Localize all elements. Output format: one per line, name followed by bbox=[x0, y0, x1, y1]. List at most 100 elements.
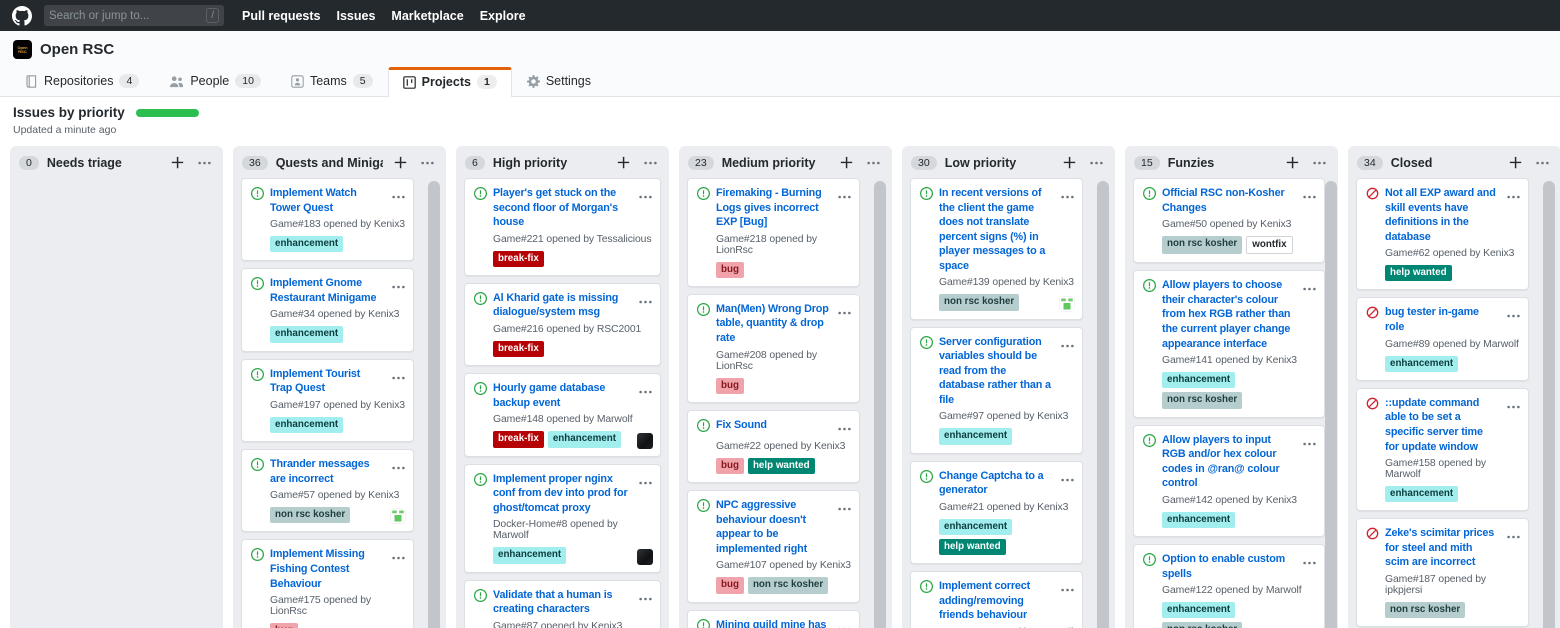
issue-title-link[interactable]: Thrander messages are incorrect bbox=[270, 457, 386, 486]
card-menu-button[interactable] bbox=[1061, 186, 1074, 194]
add-card-button[interactable] bbox=[614, 154, 633, 171]
card-menu-button[interactable] bbox=[1303, 552, 1316, 560]
green-pixel-avatar[interactable] bbox=[390, 508, 406, 524]
issue-title-link[interactable]: Hourly game database backup event bbox=[493, 381, 633, 410]
issue-title-link[interactable]: Implement Watch Tower Quest bbox=[270, 186, 386, 215]
issue-title-link[interactable]: Allow players to input RGB and/or hex co… bbox=[1162, 433, 1297, 491]
issue-card[interactable]: Thrander messages are incorrectGame#57 o… bbox=[241, 449, 414, 532]
card-menu-button[interactable] bbox=[392, 367, 405, 375]
issue-card[interactable]: Not all EXP award and skill events have … bbox=[1356, 178, 1529, 290]
issue-title-link[interactable]: Implement Gnome Restaurant Minigame bbox=[270, 276, 386, 305]
issue-card[interactable]: Fix SoundGame#22 opened by Kenix3bughelp… bbox=[687, 410, 860, 483]
tab-teams[interactable]: Teams 5 bbox=[276, 66, 388, 96]
issue-title-link[interactable]: Change Captcha to a generator bbox=[939, 469, 1055, 498]
issue-card[interactable]: Implement proper nginx conf from dev int… bbox=[464, 464, 661, 573]
column-menu-button[interactable] bbox=[418, 159, 437, 167]
column-scrollbar[interactable] bbox=[1325, 181, 1337, 628]
column-menu-button[interactable] bbox=[195, 159, 214, 167]
card-menu-button[interactable] bbox=[838, 618, 851, 626]
issue-title-link[interactable]: Not all EXP award and skill events have … bbox=[1385, 186, 1501, 244]
nav-explore[interactable]: Explore bbox=[480, 9, 526, 23]
add-card-button[interactable] bbox=[837, 154, 856, 171]
issue-title-link[interactable]: Option to enable custom spells bbox=[1162, 552, 1297, 581]
issue-card[interactable]: In recent versions of the client the gam… bbox=[910, 178, 1083, 320]
tab-people[interactable]: People 10 bbox=[154, 66, 276, 96]
issue-title-link[interactable]: Implement proper nginx conf from dev int… bbox=[493, 472, 633, 516]
issue-card[interactable]: bug tester in-game roleGame#89 opened by… bbox=[1356, 297, 1529, 380]
column-menu-button[interactable] bbox=[1310, 159, 1329, 167]
card-menu-button[interactable] bbox=[1061, 335, 1074, 343]
column-scrollbar[interactable] bbox=[874, 181, 886, 628]
tab-projects[interactable]: Projects 1 bbox=[388, 67, 512, 97]
issue-card[interactable]: Implement correct adding/removing friend… bbox=[910, 571, 1083, 628]
issue-card[interactable]: NPC aggressive behaviour doesn't appear … bbox=[687, 490, 860, 602]
issue-title-link[interactable]: Server configuration variables should be… bbox=[939, 335, 1055, 408]
dark-avatar[interactable] bbox=[637, 549, 653, 565]
issue-card[interactable]: Player's get stuck on the second floor o… bbox=[464, 178, 661, 276]
issue-card[interactable]: Implement Tourist Trap QuestGame#197 ope… bbox=[241, 359, 414, 442]
add-card-button[interactable] bbox=[1506, 154, 1525, 171]
issue-card[interactable]: Change Captcha to a generatorGame#21 ope… bbox=[910, 461, 1083, 565]
card-menu-button[interactable] bbox=[392, 547, 405, 555]
nav-pull-requests[interactable]: Pull requests bbox=[242, 9, 321, 23]
github-logo-icon[interactable] bbox=[12, 6, 32, 26]
add-card-button[interactable] bbox=[391, 154, 410, 171]
card-menu-button[interactable] bbox=[392, 457, 405, 465]
card-menu-button[interactable] bbox=[838, 302, 851, 310]
issue-title-link[interactable]: Implement Missing Fishing Contest Behavi… bbox=[270, 547, 386, 591]
card-menu-button[interactable] bbox=[838, 186, 851, 194]
card-menu-button[interactable] bbox=[1507, 305, 1520, 313]
issue-title-link[interactable]: Implement Tourist Trap Quest bbox=[270, 367, 386, 396]
column-menu-button[interactable] bbox=[1087, 159, 1106, 167]
add-card-button[interactable] bbox=[168, 154, 187, 171]
issue-title-link[interactable]: Man(Men) Wrong Drop table, quantity & dr… bbox=[716, 302, 832, 346]
card-menu-button[interactable] bbox=[639, 186, 652, 194]
issue-card[interactable]: Option to enable custom spellsGame#122 o… bbox=[1133, 544, 1325, 628]
issue-title-link[interactable]: Fix Sound bbox=[716, 418, 832, 437]
nav-marketplace[interactable]: Marketplace bbox=[391, 9, 463, 23]
issue-title-link[interactable]: NPC aggressive behaviour doesn't appear … bbox=[716, 498, 832, 556]
issue-title-link[interactable]: bug tester in-game role bbox=[1385, 305, 1501, 334]
dark-avatar[interactable] bbox=[637, 433, 653, 449]
card-menu-button[interactable] bbox=[1061, 469, 1074, 477]
issue-card[interactable]: Implement Gnome Restaurant MinigameGame#… bbox=[241, 268, 414, 351]
card-menu-button[interactable] bbox=[639, 588, 652, 596]
card-menu-button[interactable] bbox=[1507, 186, 1520, 194]
tab-settings[interactable]: Settings bbox=[512, 66, 606, 96]
column-scrollbar[interactable] bbox=[1543, 181, 1555, 628]
issue-title-link[interactable]: Firemaking - Burning Logs gives incorrec… bbox=[716, 186, 832, 230]
issue-title-link[interactable]: Al Kharid gate is missing dialogue/syste… bbox=[493, 291, 633, 320]
issue-card[interactable]: Validate that a human is creating charac… bbox=[464, 580, 661, 628]
issue-card[interactable]: Allow players to choose their character'… bbox=[1133, 270, 1325, 417]
tab-repositories[interactable]: Repositories 4 bbox=[10, 66, 154, 96]
card-menu-button[interactable] bbox=[1303, 278, 1316, 286]
add-card-button[interactable] bbox=[1060, 154, 1079, 171]
issue-card[interactable]: ::update command able to be set a specif… bbox=[1356, 388, 1529, 511]
card-menu-button[interactable] bbox=[392, 276, 405, 284]
issue-card[interactable]: Man(Men) Wrong Drop table, quantity & dr… bbox=[687, 294, 860, 403]
issue-card[interactable]: Firemaking - Burning Logs gives incorrec… bbox=[687, 178, 860, 287]
card-menu-button[interactable] bbox=[838, 498, 851, 506]
issue-card[interactable]: Official RSC non-Kosher ChangesGame#50 o… bbox=[1133, 178, 1325, 263]
issue-card[interactable]: Implement Missing Fishing Contest Behavi… bbox=[241, 539, 414, 628]
issue-title-link[interactable]: Implement correct adding/removing friend… bbox=[939, 579, 1055, 623]
card-menu-button[interactable] bbox=[639, 291, 652, 299]
card-menu-button[interactable] bbox=[639, 472, 652, 480]
issue-title-link[interactable]: Player's get stuck on the second floor o… bbox=[493, 186, 633, 230]
issue-card[interactable]: Zeke's scimitar prices for steel and mit… bbox=[1356, 518, 1529, 627]
issue-card[interactable]: Mining guild mine has too much mith and … bbox=[687, 610, 860, 628]
issue-card[interactable]: Allow players to input RGB and/or hex co… bbox=[1133, 425, 1325, 537]
green-pixel-avatar[interactable] bbox=[1059, 296, 1075, 312]
card-menu-button[interactable] bbox=[1507, 396, 1520, 404]
project-title[interactable]: Issues by priority bbox=[13, 105, 125, 120]
issue-card[interactable]: Implement Watch Tower QuestGame#183 open… bbox=[241, 178, 414, 261]
issue-card[interactable]: Server configuration variables should be… bbox=[910, 327, 1083, 454]
card-menu-button[interactable] bbox=[838, 418, 851, 426]
card-menu-button[interactable] bbox=[639, 381, 652, 389]
issue-title-link[interactable]: Allow players to choose their character'… bbox=[1162, 278, 1297, 351]
column-menu-button[interactable] bbox=[641, 159, 660, 167]
nav-issues[interactable]: Issues bbox=[337, 9, 376, 23]
issue-title-link[interactable]: In recent versions of the client the gam… bbox=[939, 186, 1055, 273]
card-menu-button[interactable] bbox=[1061, 579, 1074, 587]
column-scrollbar[interactable] bbox=[428, 181, 440, 628]
